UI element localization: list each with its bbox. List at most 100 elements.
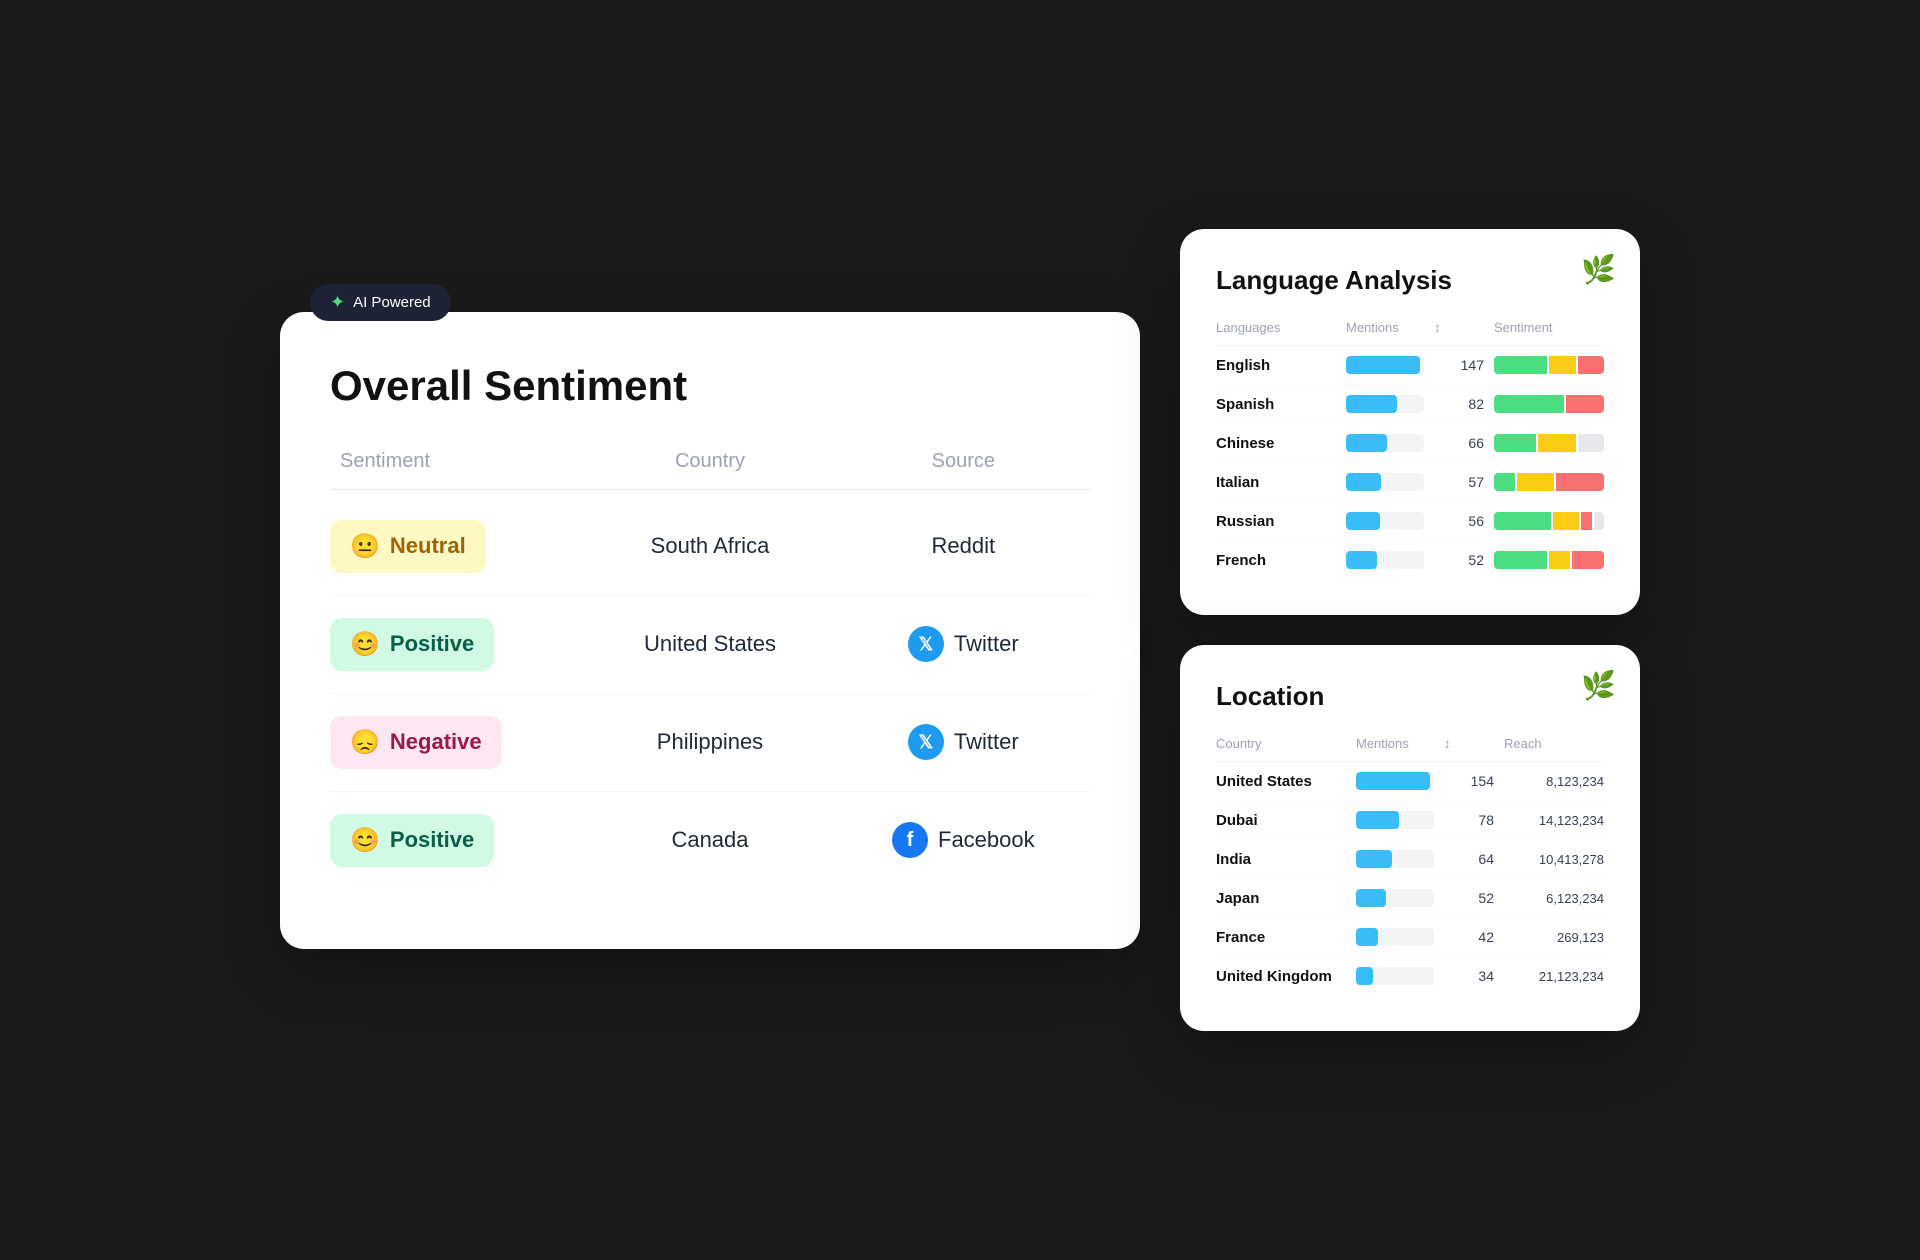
mentions-bar-container: [1356, 772, 1434, 790]
mentions-bar: [1356, 889, 1386, 907]
country-cell: South Africa: [583, 533, 836, 559]
language-rows: English 147 Spanish 82 Chinese 66 Italia…: [1216, 346, 1604, 579]
mentions-bar: [1356, 811, 1399, 829]
mentions-bar: [1356, 850, 1392, 868]
source-cell: 𝕏 Twitter: [837, 626, 1090, 662]
sentiment-cell: 😊 Positive: [330, 814, 583, 867]
sentiment-label: Positive: [390, 631, 474, 657]
language-row: Italian 57: [1216, 463, 1604, 502]
mentions-bar: [1346, 512, 1380, 530]
sentiment-segment: [1549, 356, 1576, 374]
neutral-icon: 😐: [350, 532, 380, 561]
sentiment-segment: [1581, 512, 1591, 530]
facebook-icon: f: [892, 822, 928, 858]
sort-header[interactable]: ↕: [1444, 736, 1494, 751]
source-cell: 𝕏 Twitter: [837, 724, 1090, 760]
sentiment-badge-positive: 😊 Positive: [330, 814, 494, 867]
sentiment-segment: [1556, 473, 1604, 491]
location-title: Location: [1216, 681, 1604, 712]
ai-icon: ✦: [330, 292, 345, 313]
country-header: Country: [1216, 736, 1346, 751]
header-sentiment: Sentiment: [330, 450, 583, 473]
location-row: United States 154 8,123,234: [1216, 762, 1604, 801]
language-name: Russian: [1216, 513, 1336, 530]
sentiment-bar: [1494, 473, 1604, 491]
mentions-bar-container: [1346, 551, 1424, 569]
mentions-count: 57: [1434, 474, 1484, 490]
sort-header[interactable]: ↕: [1434, 320, 1484, 335]
mentions-header: Mentions: [1346, 320, 1424, 335]
mentions-count: 78: [1444, 812, 1494, 828]
mentions-count: 42: [1444, 929, 1494, 945]
header-source: Source: [837, 450, 1090, 473]
source-label: Facebook: [938, 827, 1035, 853]
location-rows: United States 154 8,123,234 Dubai 78 14,…: [1216, 762, 1604, 995]
location-table: Country Mentions ↕ Reach United States 1…: [1216, 736, 1604, 995]
source-label: Reddit: [932, 533, 996, 559]
location-header: Country Mentions ↕ Reach: [1216, 736, 1604, 762]
mentions-count: 82: [1434, 396, 1484, 412]
country-cell: Philippines: [583, 729, 836, 755]
sentiment-segment: [1494, 356, 1547, 374]
location-row: United Kingdom 34 21,123,234: [1216, 957, 1604, 995]
sentiment-label: Negative: [390, 729, 482, 755]
location-row: Dubai 78 14,123,234: [1216, 801, 1604, 840]
ai-badge-label: AI Powered: [353, 294, 431, 311]
mentions-bar: [1346, 356, 1420, 374]
language-name: Spanish: [1216, 396, 1336, 413]
mentions-count: 52: [1444, 890, 1494, 906]
sentiment-cell: 😞 Negative: [330, 716, 583, 769]
main-card: Overall Sentiment Sentiment Country Sour…: [280, 312, 1140, 949]
sentiment-segment: [1566, 395, 1604, 413]
country-cell: Canada: [583, 827, 836, 853]
sentiment-bar: [1494, 395, 1604, 413]
language-analysis-card: 🌿 Language Analysis Languages Mentions ↕…: [1180, 229, 1640, 615]
left-panel: ✦ AI Powered Overall Sentiment Sentiment…: [280, 312, 1140, 949]
mentions-bar-container: [1356, 889, 1434, 907]
country-name: India: [1216, 851, 1346, 868]
ai-badge: ✦ AI Powered: [310, 284, 451, 321]
country-cell: United States: [583, 631, 836, 657]
mentions-bar: [1346, 473, 1381, 491]
reach-header: Reach: [1504, 736, 1604, 751]
language-name: Chinese: [1216, 435, 1336, 452]
mentions-bar: [1356, 772, 1430, 790]
sentiment-cell: 😐 Neutral: [330, 520, 583, 573]
analysis-header: Languages Mentions ↕ Sentiment: [1216, 320, 1604, 346]
mentions-count: 154: [1444, 773, 1494, 789]
language-row: Russian 56: [1216, 502, 1604, 541]
reach-value: 8,123,234: [1504, 774, 1604, 789]
positive-icon: 😊: [350, 826, 380, 855]
location-row: France 42 269,123: [1216, 918, 1604, 957]
mentions-bar-container: [1346, 356, 1424, 374]
sentiment-badge-negative: 😞 Negative: [330, 716, 502, 769]
table-row: 😊 Positive United States 𝕏 Twitter: [330, 596, 1090, 694]
table-header: Sentiment Country Source: [330, 450, 1090, 490]
mentions-count: 52: [1434, 552, 1484, 568]
reach-value: 21,123,234: [1504, 969, 1604, 984]
country-name: Japan: [1216, 890, 1346, 907]
source-label: Twitter: [954, 729, 1019, 755]
reach-value: 10,413,278: [1504, 852, 1604, 867]
language-row: Chinese 66: [1216, 424, 1604, 463]
language-row: French 52: [1216, 541, 1604, 579]
table-row: 😞 Negative Philippines 𝕏 Twitter: [330, 694, 1090, 792]
sentiment-segment: [1538, 434, 1575, 452]
sentiment-segment: [1494, 551, 1547, 569]
table-row: 😐 Neutral South Africa Reddit: [330, 498, 1090, 596]
country-name: Dubai: [1216, 812, 1346, 829]
table-row: 😊 Positive Canada f Facebook: [330, 792, 1090, 889]
sentiment-header: Sentiment: [1494, 320, 1604, 335]
language-name: French: [1216, 552, 1336, 569]
mentions-bar: [1356, 967, 1373, 985]
sentiment-segment: [1594, 512, 1604, 530]
sentiment-label: Neutral: [390, 533, 466, 559]
sentiment-segment: [1578, 356, 1605, 374]
mentions-bar-container: [1346, 473, 1424, 491]
sentiment-segment: [1494, 512, 1551, 530]
sentiment-cell: 😊 Positive: [330, 618, 583, 671]
leaf-icon: 🌿: [1581, 253, 1616, 286]
sentiment-bar: [1494, 551, 1604, 569]
sentiment-segment: [1494, 473, 1515, 491]
country-name: United States: [1216, 773, 1346, 790]
